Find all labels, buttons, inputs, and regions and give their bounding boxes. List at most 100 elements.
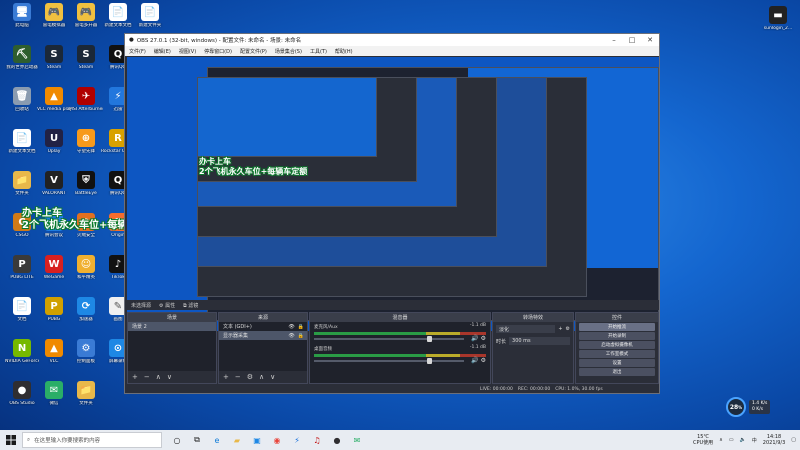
slider-knob[interactable] (426, 336, 432, 342)
settings-icon[interactable]: ⚙ (481, 357, 486, 364)
desktop-icon[interactable]: S Steam (70, 45, 102, 83)
desktop-icon[interactable]: ▲ VLC (38, 339, 70, 377)
desktop-icon[interactable]: ● OBS Studio (6, 381, 38, 419)
desktop-icon[interactable]: ⛏ 我的世界启动器 (6, 45, 38, 83)
source-item[interactable]: 文本 (GDI+) 👁 🔒 (219, 322, 307, 331)
task-view-icon[interactable]: ○ (168, 431, 186, 449)
desktop-icon[interactable]: 🗑 回收站 (6, 87, 38, 125)
desktop-icon[interactable]: U Uplay (38, 129, 70, 167)
volume-slider[interactable] (314, 336, 464, 342)
cpu-widget[interactable]: 28% 1.4 K/s 0 K/s (726, 396, 774, 418)
lock-icon[interactable]: 🔒 (298, 324, 304, 330)
desktop-icon[interactable]: P PUBG LITE (6, 255, 38, 293)
notification-icon[interactable]: ▢ (791, 437, 796, 443)
control-button[interactable]: 工作室模式 (579, 350, 655, 358)
minimize-button[interactable]: – (605, 34, 623, 46)
maximize-button[interactable]: □ (623, 34, 641, 46)
desktop-icon[interactable]: W WeGame (38, 255, 70, 293)
desktop-icon[interactable]: S Steam (38, 45, 70, 83)
desktop-icon[interactable]: N NVIDIA GeForce (5, 339, 39, 377)
desktop-icon[interactable]: 📄 文档 (6, 297, 38, 335)
remove-scene-button[interactable]: − (144, 373, 150, 381)
slider-knob[interactable] (426, 358, 432, 364)
music-icon[interactable]: ♫ (308, 431, 326, 449)
desktop-icon[interactable]: 📄 新建文本文档 (6, 129, 38, 167)
desktop-icon[interactable]: ✈ MSI Afterburner (69, 87, 103, 125)
move-down-button[interactable]: ∨ (270, 373, 275, 381)
filters-button[interactable]: ⧉ 滤镜 (183, 302, 198, 309)
desktop-icon-label: 控制面板 (77, 359, 95, 364)
desktop-icon[interactable]: 🎮 雷电多开器 (70, 3, 102, 41)
desktop-icon[interactable]: 🖥 此电脑 (6, 3, 38, 41)
menu-item[interactable]: 视图(V) (179, 48, 196, 55)
menu-item[interactable]: 帮助(H) (335, 48, 353, 55)
lock-icon[interactable]: 🔒 (298, 333, 304, 339)
obs-titlebar[interactable]: ● OBS 27.0.1 (32-bit, windows) - 配置文件: 未… (125, 34, 659, 46)
desktop-icon[interactable]: ☺ 和平精英 (70, 255, 102, 293)
close-button[interactable]: ✕ (641, 34, 659, 46)
clock[interactable]: 14:18 2021/9/3 (763, 434, 785, 446)
menu-item[interactable]: 配置文件(P) (240, 48, 267, 55)
desktop-icon-label: BattleEye (75, 191, 97, 196)
desktop-icon[interactable]: 📁 文件夹 (70, 381, 102, 419)
store-icon[interactable]: ▣ (248, 431, 266, 449)
control-button[interactable]: 设置 (579, 359, 655, 367)
visibility-icon[interactable]: 👁 (288, 324, 294, 330)
speaker-icon[interactable]: 🔊 (471, 357, 478, 364)
control-button[interactable]: 退出 (579, 368, 655, 376)
menu-item[interactable]: 文件(F) (129, 48, 146, 55)
app-icon: 📄 (109, 3, 127, 21)
file-explorer-icon[interactable]: ▰ (228, 431, 246, 449)
transition-settings-icon[interactable]: ⚙ (566, 326, 570, 332)
edge-icon[interactable]: e (208, 431, 226, 449)
transition-select[interactable]: 淡化 (496, 325, 556, 333)
menu-item[interactable]: 工具(T) (310, 48, 327, 55)
taskbar-search[interactable]: ⌕ 在这里输入你要搜索的内容 (22, 432, 162, 448)
move-down-button[interactable]: ∨ (167, 373, 172, 381)
properties-button[interactable]: ⚙ 属性 (159, 302, 175, 309)
duration-input[interactable]: 300 ms (509, 337, 570, 345)
menu-item[interactable]: 停靠窗口(D) (204, 48, 232, 55)
preview-canvas[interactable]: 办卡上车 2个飞机永久车位+每辆车定额 (127, 57, 659, 331)
desktop-icon[interactable]: 📁 文件夹 (6, 171, 38, 209)
add-source-button[interactable]: + (223, 373, 229, 381)
remove-source-button[interactable]: − (235, 373, 241, 381)
chrome-icon[interactable]: ◉ (268, 431, 286, 449)
scene-item[interactable]: 场景 2 (128, 322, 216, 331)
source-item[interactable]: 显示器采集 👁 🔒 (219, 331, 307, 340)
menu-item[interactable]: 编辑(E) (154, 48, 171, 55)
desktop-icon[interactable]: P PUBG (38, 297, 70, 335)
volume-slider[interactable] (314, 358, 464, 364)
source-settings-icon[interactable]: ⚙ (247, 373, 253, 381)
control-button[interactable]: 开始推流 (579, 323, 655, 331)
visibility-icon[interactable]: 👁 (288, 333, 294, 339)
desktop-icon-sunlogin[interactable]: ▬ sunlogin_2... (762, 6, 794, 44)
move-up-button[interactable]: ∧ (259, 373, 264, 381)
move-up-button[interactable]: ∧ (156, 373, 161, 381)
widgets-icon[interactable]: ⧉ (188, 431, 206, 449)
wechat-icon[interactable]: ✉ (348, 431, 366, 449)
desktop-icon[interactable]: ▲ VLC media player (37, 87, 71, 125)
transition-add-button[interactable]: + (558, 326, 562, 332)
thunder-icon[interactable]: ⚡ (288, 431, 306, 449)
weather[interactable]: 15℃ CPU使用 (693, 434, 713, 446)
control-button[interactable]: 开始录制 (579, 332, 655, 340)
chevron-up-icon[interactable]: ∧ (719, 437, 723, 443)
control-button[interactable]: 启动虚拟摄像机 (579, 341, 655, 349)
network-icon[interactable]: ▭ (729, 437, 734, 443)
menu-item[interactable]: 场景集合(S) (275, 48, 302, 55)
desktop-icon[interactable]: ⟳ 加速器 (70, 297, 102, 335)
desktop-icon[interactable]: 🎮 雷电模拟器 (38, 3, 70, 41)
volume-icon[interactable]: 🔈 (740, 437, 746, 443)
desktop-icon[interactable]: ⛨ BattleEye (70, 171, 102, 209)
speaker-icon[interactable]: 🔊 (471, 335, 478, 342)
obs-taskbar-icon[interactable]: ● (328, 431, 346, 449)
desktop-icon[interactable]: ✉ 微信 (38, 381, 70, 419)
desktop-icon[interactable]: V VALORANT (38, 171, 70, 209)
add-scene-button[interactable]: + (132, 373, 138, 381)
settings-icon[interactable]: ⚙ (481, 335, 486, 342)
input-language[interactable]: 中 (752, 437, 757, 444)
desktop-icon[interactable]: ⚙ 控制面板 (70, 339, 102, 377)
desktop-icon[interactable]: ⊕ 守望先锋 (70, 129, 102, 167)
start-button[interactable] (0, 430, 22, 450)
